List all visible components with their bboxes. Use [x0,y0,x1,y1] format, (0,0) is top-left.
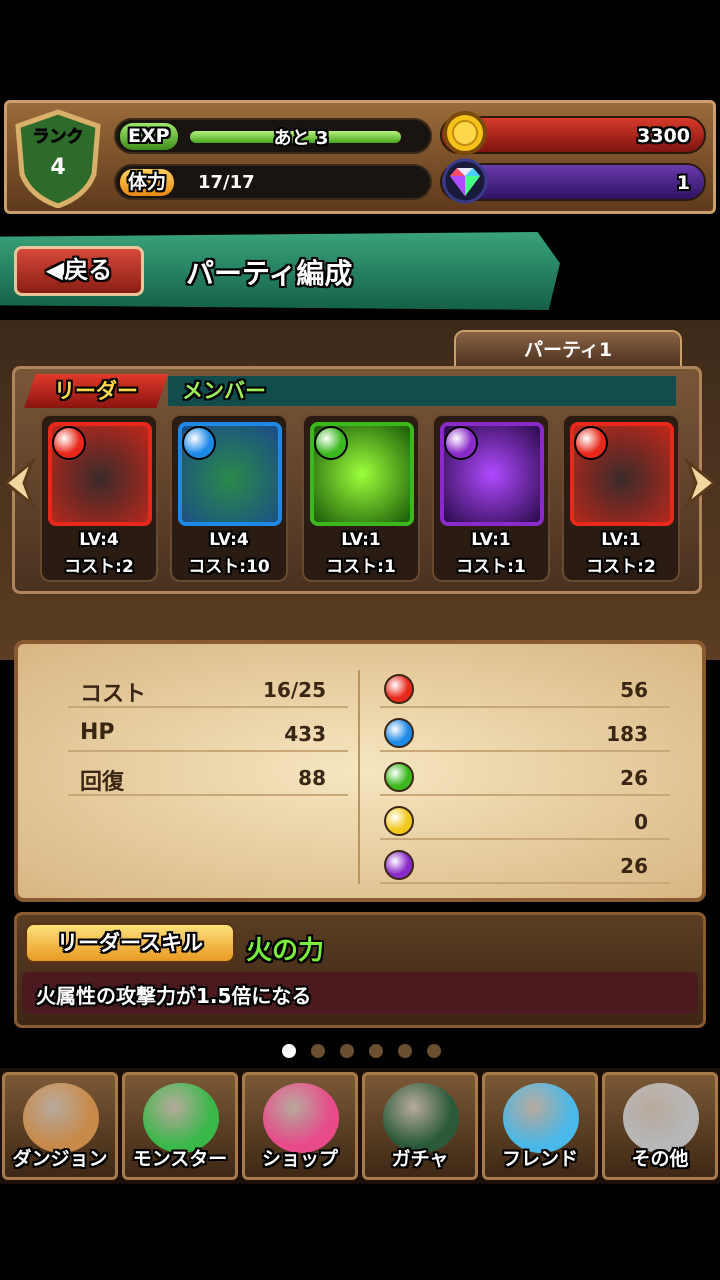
back-label: 戻る [64,256,113,284]
friend-icon [503,1083,579,1153]
exp-remaining: あと 3 [273,128,329,149]
coin-icon [443,111,487,155]
attribute-orb-icon [574,426,608,460]
dungeon-icon [23,1083,99,1153]
stat-row: コスト 16/25 [68,672,348,708]
party-slot-member[interactable]: LV:4 コスト:10 [170,414,288,582]
magic-stone-icon [442,158,488,204]
nav-label: ガチャ [391,1148,449,1170]
leader-label: リーダー [24,374,168,408]
slot-cost: コスト:10 [188,557,270,577]
gear-icon [623,1083,699,1153]
magic-stone-value: 1 [676,172,690,194]
monster-portrait [570,422,674,526]
slot-level: LV:1 [341,530,381,550]
attribute-stat-value: 26 [620,854,648,878]
stat-label: コスト [80,682,147,707]
monster-portrait [178,422,282,526]
party-slot-member[interactable]: LV:1 コスト:2 [562,414,680,582]
party-slot-leader[interactable]: LV:4 コスト:2 [40,414,158,582]
rank-shield-icon: ランク 4 [15,109,101,208]
attribute-stat-row: 26 [380,848,670,884]
nav-button[interactable]: モンスター [122,1072,238,1180]
slot-cost: コスト:1 [456,557,526,577]
slot-level: LV:1 [471,530,511,550]
page-dot[interactable] [369,1044,383,1058]
rank-label: ランク [33,127,84,147]
stat-value: 16/25 [263,678,326,702]
attribute-stat-row: 56 [380,672,670,708]
page-dot[interactable] [282,1044,296,1058]
nav-button[interactable]: フレンド [482,1072,598,1180]
attribute-stat-row: 0 [380,804,670,840]
nav-label: フレンド [501,1148,578,1170]
light-orb-icon [384,806,414,836]
party-slot-member[interactable]: LV:1 コスト:1 [432,414,550,582]
exp-label: EXP [120,123,178,150]
leader-skill-description: 火属性の攻撃力が1.5倍になる [36,984,312,1008]
arrow-left-icon[interactable] [2,458,36,508]
stat-value: 433 [284,722,326,746]
attribute-stat-value: 0 [634,810,648,834]
attribute-stat-value: 56 [620,678,648,702]
coin-value: 3300 [637,125,690,147]
nav-label: モンスター [132,1148,228,1170]
stat-label: 回復 [80,770,125,795]
monster-icon [143,1083,219,1153]
leader-skill-badge: リーダースキル [24,922,236,964]
stats-divider [358,670,360,884]
fire-orb-icon [384,674,414,704]
stat-value: 88 [298,766,326,790]
nav-button[interactable]: ショップ [242,1072,358,1180]
water-orb-icon [384,718,414,748]
page-dot[interactable] [311,1044,325,1058]
monster-portrait [440,422,544,526]
back-button[interactable]: ◀戻る [14,246,144,296]
nav-button[interactable]: ガチャ [362,1072,478,1180]
attribute-orb-icon [182,426,216,460]
page-dot[interactable] [427,1044,441,1058]
rank-value: 4 [50,155,65,180]
nav-label: その他 [631,1148,689,1170]
page-dot[interactable] [340,1044,354,1058]
slot-level: LV:1 [601,530,641,550]
nav-button[interactable]: その他 [602,1072,718,1180]
arrow-right-icon[interactable] [684,458,718,508]
shop-icon [263,1083,339,1153]
exp-bar: EXP あと 3 [114,118,432,154]
monster-portrait [310,422,414,526]
wood-orb-icon [384,762,414,792]
attribute-orb-icon [314,426,348,460]
nav-button[interactable]: ダンジョン [2,1072,118,1180]
attribute-orb-icon [444,426,478,460]
page-title: パーティ編成 [186,257,353,290]
party-slot-member[interactable]: LV:1 コスト:1 [302,414,420,582]
attribute-stat-value: 26 [620,766,648,790]
stamina-bar: 体力 17/17 [114,164,432,200]
attribute-stat-row: 26 [380,760,670,796]
stat-row: HP 433 [68,716,348,752]
slot-cost: コスト:2 [586,557,656,577]
gacha-icon [383,1083,459,1153]
slot-level: LV:4 [209,530,249,550]
nav-label: ショップ [261,1148,338,1170]
page-dot[interactable] [398,1044,412,1058]
stamina-label: 体力 [120,169,175,196]
leader-skill-name: 火の力 [246,936,325,966]
attribute-orb-icon [52,426,86,460]
stamina-value: 17/17 [198,172,255,193]
attribute-stat-value: 183 [606,722,648,746]
stat-row: 回復 88 [68,760,348,796]
slot-cost: コスト:2 [64,557,134,577]
party-tab[interactable]: パーティ1 [454,330,682,370]
slot-level: LV:4 [79,530,119,550]
slot-cost: コスト:1 [326,557,396,577]
nav-label: ダンジョン [12,1148,108,1170]
member-label: メンバー [168,376,676,406]
attribute-stat-row: 183 [380,716,670,752]
monster-portrait [48,422,152,526]
stat-label: HP [80,720,115,745]
dark-orb-icon [384,850,414,880]
